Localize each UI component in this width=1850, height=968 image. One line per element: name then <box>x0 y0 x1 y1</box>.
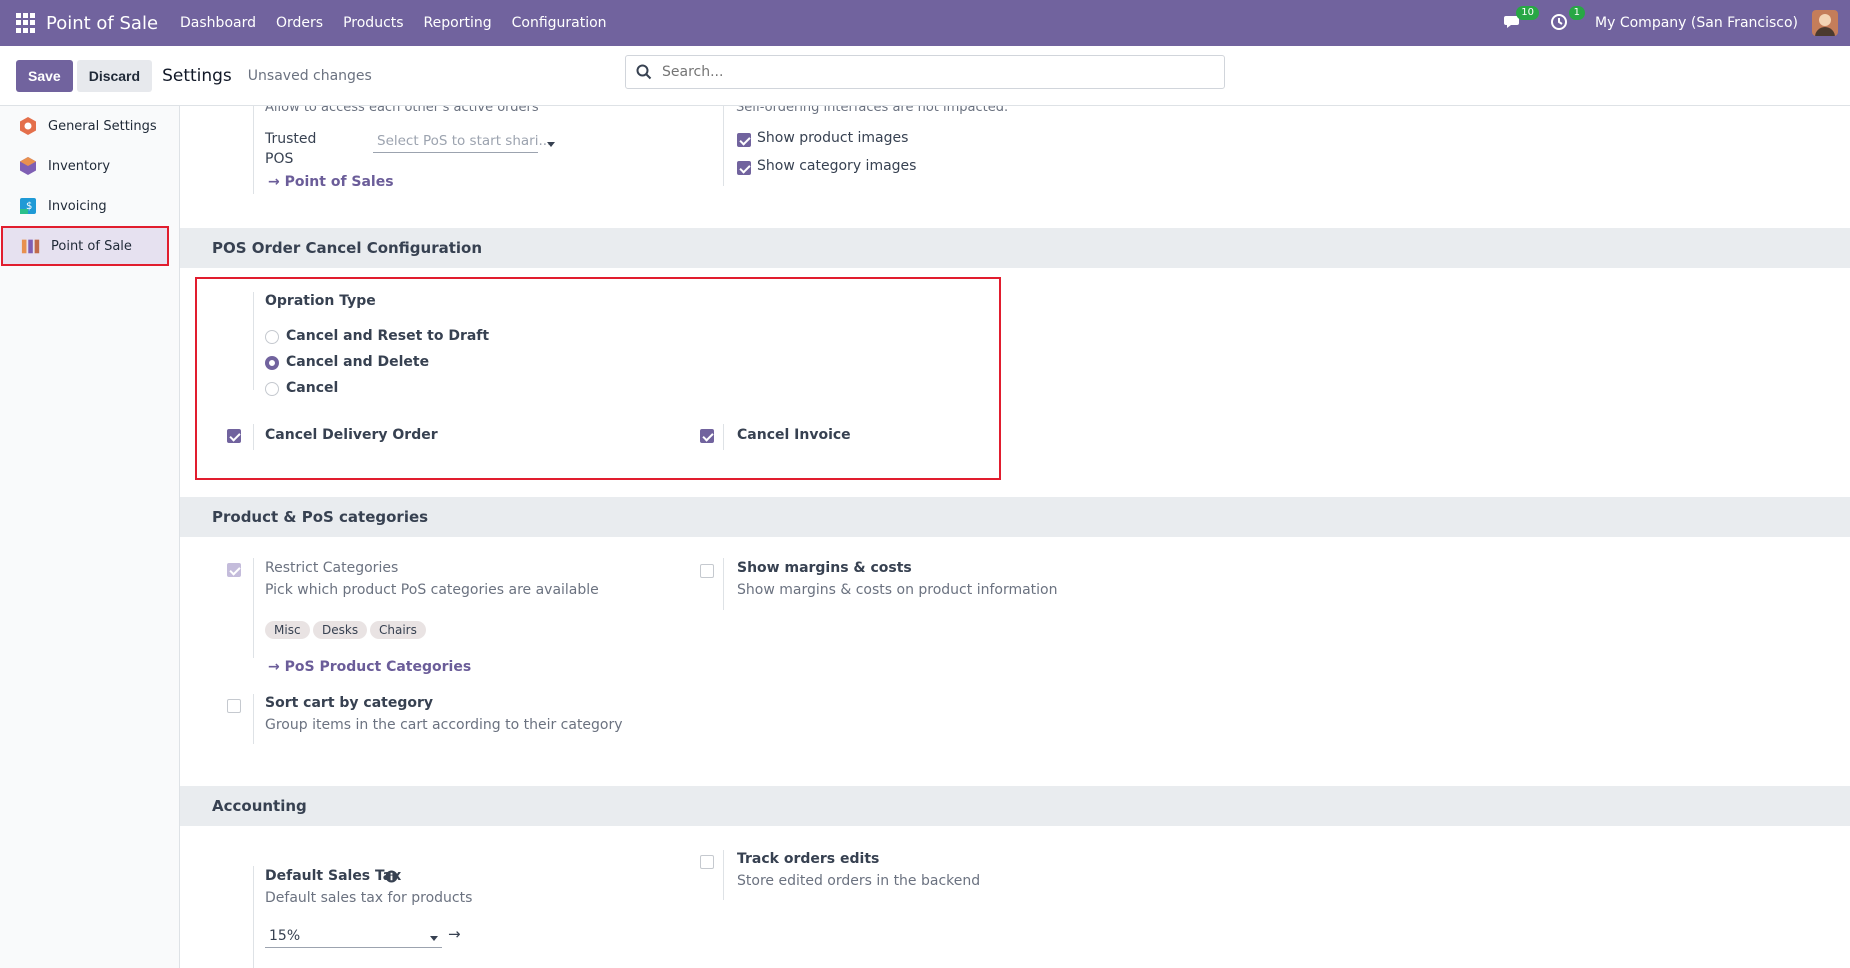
show-margins-desc: Show margins & costs on product informat… <box>737 582 1058 598</box>
sidebar-item-general-settings[interactable]: General Settings <box>0 106 179 146</box>
sort-cart-title: Sort cart by category <box>265 695 434 711</box>
sidebar-item-label: Inventory <box>48 158 111 174</box>
cancel-invoice-label: Cancel Invoice <box>737 427 851 443</box>
cut-off-description-right: Self-ordering interfaces are not impacte… <box>736 106 1009 115</box>
sidebar-item-point-of-sale[interactable]: Point of Sale <box>1 226 169 266</box>
menu-dashboard[interactable]: Dashboard <box>180 11 256 35</box>
link-label: Point of Sales <box>284 174 394 190</box>
activity-badge: 1 <box>1568 6 1586 20</box>
radio-cancel[interactable] <box>265 382 279 396</box>
trusted-pos-label: Trusted POS <box>265 131 317 167</box>
sidebar-item-label: Invoicing <box>48 198 107 214</box>
company-switcher[interactable]: My Company (San Francisco) <box>1595 15 1798 31</box>
app-brand[interactable]: Point of Sale <box>46 13 158 34</box>
show-product-images-label: Show product images <box>757 130 909 146</box>
sidebar-item-invoicing[interactable]: $ Invoicing <box>0 186 179 226</box>
control-panel: Save Discard Settings Unsaved changes <box>0 46 1850 106</box>
chevron-down-icon <box>430 936 438 941</box>
trusted-pos-select[interactable]: Select PoS to start shari... <box>377 133 551 149</box>
show-category-images-checkbox[interactable] <box>737 161 751 175</box>
menu-products[interactable]: Products <box>343 11 403 35</box>
page-title: Settings <box>162 65 232 86</box>
cut-off-description: Allow to access each other's active orde… <box>265 106 539 115</box>
track-orders-desc: Store edited orders in the backend <box>737 873 981 889</box>
category-tag-misc: Misc <box>265 621 310 639</box>
menu-orders[interactable]: Orders <box>276 11 323 35</box>
info-icon[interactable] <box>385 870 398 883</box>
top-navbar: Point of Sale Dashboard Orders Products … <box>0 0 1850 46</box>
unsaved-status: Unsaved changes <box>247 67 372 84</box>
radio-cancel-delete[interactable] <box>265 356 279 370</box>
default-sales-tax-desc: Default sales tax for products <box>265 890 473 906</box>
cancel-invoice-checkbox[interactable] <box>700 429 714 443</box>
cancel-delivery-order-label: Cancel Delivery Order <box>265 427 438 443</box>
menu-configuration[interactable]: Configuration <box>512 11 607 35</box>
sidebar-item-inventory[interactable]: Inventory <box>0 146 179 186</box>
track-orders-title: Track orders edits <box>737 851 880 867</box>
category-tag-desks: Desks <box>313 621 368 639</box>
save-button[interactable]: Save <box>16 59 73 92</box>
point-of-sales-link[interactable]: → Point of Sales <box>268 174 394 190</box>
sort-cart-desc: Group items in the cart according to the… <box>265 717 623 733</box>
radio-cancel-reset-draft[interactable] <box>265 330 279 344</box>
arrow-right-icon: → <box>268 174 280 190</box>
cancel-delivery-order-checkbox[interactable] <box>227 429 241 443</box>
restrict-categories-checkbox[interactable] <box>227 563 241 577</box>
option-cancel[interactable]: Cancel <box>286 380 338 396</box>
invoicing-icon: $ <box>20 198 36 214</box>
section-header-categories: Product & PoS categories <box>180 497 1850 537</box>
arrow-right-icon: → <box>268 659 280 675</box>
option-cancel-delete[interactable]: Cancel and Delete <box>286 354 429 370</box>
category-tag-chairs: Chairs <box>370 621 426 639</box>
sidebar-item-label: General Settings <box>48 118 157 134</box>
option-cancel-reset-draft[interactable]: Cancel and Reset to Draft <box>286 328 489 344</box>
restrict-categories-desc: Pick which product PoS categories are av… <box>265 582 599 598</box>
settings-sidebar: General Settings Inventory $ Invoicing P… <box>0 106 180 968</box>
section-header-accounting: Accounting <box>180 786 1850 826</box>
general-settings-icon <box>20 117 36 135</box>
show-margins-title: Show margins & costs <box>737 560 912 576</box>
messages-badge: 10 <box>1516 6 1540 20</box>
show-product-images-checkbox[interactable] <box>737 133 751 147</box>
messages-button[interactable]: 10 <box>1503 6 1540 34</box>
discard-button[interactable]: Discard <box>76 59 153 92</box>
sidebar-item-label: Point of Sale <box>51 238 132 254</box>
search-box[interactable] <box>625 55 1225 89</box>
show-margins-checkbox[interactable] <box>700 564 714 578</box>
apps-menu-icon[interactable] <box>16 13 36 33</box>
point-of-sale-icon <box>21 239 40 254</box>
default-sales-tax-title: Default Sales Tax <box>265 868 402 884</box>
section-header-cancel-config: POS Order Cancel Configuration <box>180 228 1850 268</box>
restrict-categories-title: Restrict Categories <box>265 560 399 576</box>
operation-type-label: Opration Type <box>265 293 376 309</box>
svg-text:$: $ <box>26 201 32 212</box>
clock-icon <box>1551 14 1568 30</box>
search-input[interactable] <box>662 64 1202 80</box>
activity-button[interactable]: 1 <box>1549 6 1586 34</box>
chevron-down-icon <box>547 142 555 147</box>
pos-product-categories-link[interactable]: → PoS Product Categories <box>268 659 471 675</box>
default-sales-tax-select[interactable]: 15% <box>269 928 300 944</box>
search-icon <box>636 64 652 80</box>
show-category-images-label: Show category images <box>757 158 917 174</box>
inventory-icon <box>20 157 36 175</box>
sort-cart-checkbox[interactable] <box>227 699 241 713</box>
settings-content: Allow to access each other's active orde… <box>180 106 1850 968</box>
open-tax-arrow-icon[interactable]: → <box>448 925 461 943</box>
user-avatar[interactable] <box>1812 10 1838 36</box>
menu-reporting[interactable]: Reporting <box>424 11 492 35</box>
link-label: PoS Product Categories <box>284 659 472 675</box>
track-orders-checkbox[interactable] <box>700 855 714 869</box>
